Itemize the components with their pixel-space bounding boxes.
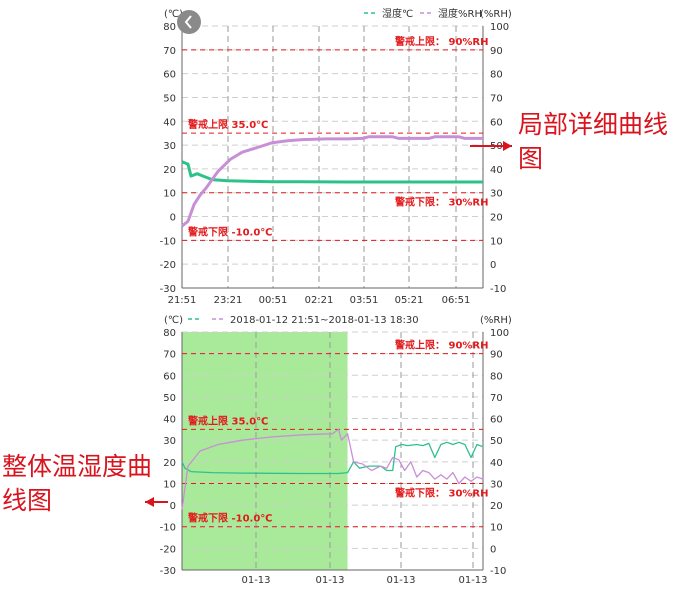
x-tick-label: 05:21 <box>395 295 424 306</box>
y-tick-label: 20 <box>163 165 176 176</box>
y2-tick-label: 100 <box>490 328 509 339</box>
y-tick-label: 70 <box>163 350 176 361</box>
legend-label-temperature: 湿度℃ <box>382 7 413 20</box>
overall-chart[interactable]: 80 10070 9060 8050 7040 6030 5020 4010 300 20-10 1… <box>160 315 512 586</box>
alarm-label: 警戒下限 -10.0℃ <box>187 225 272 238</box>
x-tick-label: 00:51 <box>259 295 288 306</box>
legend-label-humidity: 湿度%RH <box>438 7 482 20</box>
x-tick-label: 01-13 <box>241 575 270 586</box>
series-line-temperature <box>181 160 483 184</box>
x-tick-label: 03:51 <box>350 295 379 306</box>
alarm-label: 警戒上限： 90%RH <box>394 339 489 352</box>
y-tick-label: -30 <box>160 566 176 577</box>
alarm-label: 警戒上限： 90%RH <box>394 35 489 48</box>
y2-tick-label: 60 <box>490 415 503 426</box>
overall-annotation: 整体温湿度曲线图 <box>2 452 153 515</box>
y-tick-label: -20 <box>160 260 176 271</box>
y-tick-label: 20 <box>163 458 176 469</box>
y-tick-label: 60 <box>163 371 176 382</box>
y2-tick-label: 40 <box>490 458 503 469</box>
left-axis-unit: (℃) <box>164 315 183 326</box>
y-tick-label: 50 <box>163 93 176 104</box>
y2-tick-label: 80 <box>490 70 503 81</box>
y2-tick-label: 50 <box>490 436 503 447</box>
x-tick-label: 02:21 <box>305 295 334 306</box>
legend-range-label: 2018-01-12 21:51~2018-01-13 18:30 <box>230 315 419 326</box>
y-tick-label: 50 <box>163 393 176 404</box>
y-tick-label: -10 <box>160 523 176 534</box>
y2-tick-label: 90 <box>490 46 503 57</box>
y2-tick-label: 90 <box>490 350 503 361</box>
alarm-label: 警戒上限 35.0℃ <box>187 118 268 131</box>
y-tick-label: 80 <box>163 328 176 339</box>
y2-tick-label: -10 <box>490 284 506 295</box>
y2-tick-label: 30 <box>490 479 503 490</box>
y2-tick-label: 30 <box>490 189 503 200</box>
annotation-arrow-detail-head <box>503 141 512 151</box>
y-tick-label: 40 <box>163 117 176 128</box>
x-tick-label: 06:51 <box>442 295 471 306</box>
alarm-label: 警戒上限 35.0℃ <box>187 414 268 427</box>
alarm-label: 警戒下限： 30%RH <box>394 196 489 209</box>
y2-tick-label: 0 <box>490 260 496 271</box>
alarm-label: 警戒下限 -10.0℃ <box>187 512 272 525</box>
detail-chart[interactable]: 801007090608050704060305020401030020-101… <box>160 7 512 306</box>
y2-tick-label: 60 <box>490 117 503 128</box>
y-tick-label: -30 <box>160 284 176 295</box>
x-tick-label: 01-13 <box>458 575 487 586</box>
right-axis-unit: (%RH) <box>480 9 512 20</box>
y-tick-label: 30 <box>163 141 176 152</box>
detail-annotation: 局部详细曲线图 <box>518 110 669 173</box>
y2-tick-label: 40 <box>490 165 503 176</box>
y-tick-label: 70 <box>163 46 176 57</box>
selection-range <box>182 332 348 570</box>
y2-tick-label: 20 <box>490 213 503 224</box>
y-tick-label: -10 <box>160 236 176 247</box>
x-tick-label: 01-13 <box>386 575 415 586</box>
y-tick-label: 30 <box>163 436 176 447</box>
y-tick-label: 40 <box>163 415 176 426</box>
y2-tick-label: 20 <box>490 501 503 512</box>
chevron-left-icon <box>184 15 192 29</box>
y2-tick-label: 0 <box>490 544 496 555</box>
x-tick-label: 21:51 <box>168 295 197 306</box>
alarm-label: 警戒下限： 30%RH <box>394 486 489 499</box>
y-tick-label: 0 <box>170 213 176 224</box>
y-tick-label: 10 <box>163 189 176 200</box>
y-tick-label: 60 <box>163 70 176 81</box>
back-button[interactable] <box>177 10 201 34</box>
x-tick-label: 23:21 <box>214 295 243 306</box>
y2-tick-label: 80 <box>490 371 503 382</box>
y-tick-label: 80 <box>163 22 176 33</box>
right-axis-unit: (%RH) <box>480 315 512 326</box>
y-tick-label: 0 <box>170 501 176 512</box>
y2-tick-label: 70 <box>490 93 503 104</box>
y2-tick-label: -10 <box>490 566 506 577</box>
y-tick-label: 10 <box>163 479 176 490</box>
y-tick-label: -20 <box>160 544 176 555</box>
x-tick-label: 01-13 <box>315 575 344 586</box>
y2-tick-label: 70 <box>490 393 503 404</box>
y2-tick-label: 100 <box>490 22 509 33</box>
y2-tick-label: 10 <box>490 236 503 247</box>
y2-tick-label: 10 <box>490 523 503 534</box>
